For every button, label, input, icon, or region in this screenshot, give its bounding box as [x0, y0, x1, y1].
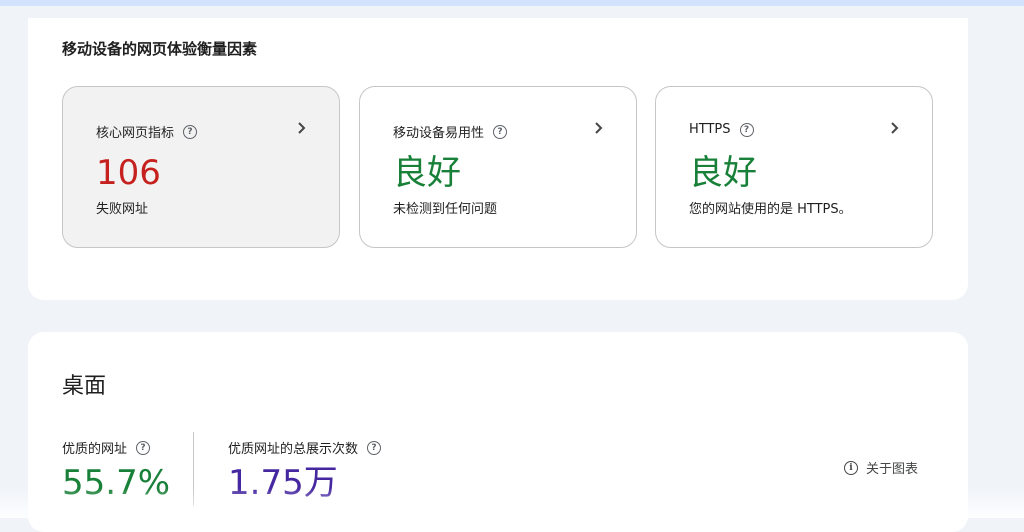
card-sublabel: 您的网站使用的是 HTTPS。 [689, 202, 852, 217]
desktop-title: 桌面 [62, 374, 107, 399]
chevron-right-icon [298, 122, 306, 134]
good-urls-metric: 优质的网址 ? 55.7% [62, 438, 170, 503]
help-icon[interactable]: ? [739, 122, 754, 137]
chevron-right-icon [891, 122, 899, 134]
good-impressions-metric: 优质网址的总展示次数 ? 1.75万 [228, 438, 382, 503]
help-icon[interactable]: ? [136, 440, 151, 455]
metric-divider [193, 432, 194, 506]
top-strip [0, 0, 1024, 6]
metric-label: 优质的网址 [62, 442, 128, 457]
card-label: 移动设备易用性 [393, 126, 485, 141]
https-card[interactable]: HTTPS ? 良好 您的网站使用的是 HTTPS。 [655, 86, 933, 248]
card-sublabel: 未检测到任何问题 [393, 202, 498, 217]
fail-count: 106 [96, 153, 161, 193]
desktop-panel: 桌面 优质的网址 ? 55.7% 优质网址的总展示次数 ? 1.75万 i 关于… [28, 332, 968, 532]
status-value: 良好 [393, 153, 461, 193]
core-web-vitals-card[interactable]: 核心网页指标 ? 106 失败网址 [62, 86, 340, 248]
mobile-usability-card[interactable]: 移动设备易用性 ? 良好 未检测到任何问题 [359, 86, 637, 248]
help-icon[interactable]: ? [493, 124, 508, 139]
good-impressions-value: 1.75万 [228, 463, 338, 503]
info-icon: i [844, 460, 858, 475]
help-icon[interactable]: ? [183, 124, 198, 139]
card-label: HTTPS [689, 122, 731, 137]
metric-label: 优质网址的总展示次数 [228, 442, 359, 457]
card-label: 核心网页指标 [96, 126, 175, 141]
about-chart-link[interactable]: i 关于图表 [844, 458, 918, 477]
chevron-right-icon [595, 122, 603, 134]
good-urls-value: 55.7% [62, 463, 171, 503]
status-value: 良好 [689, 153, 757, 193]
about-chart-label: 关于图表 [866, 462, 919, 477]
help-icon[interactable]: ? [367, 440, 382, 455]
mobile-experience-panel: 移动设备的网页体验衡量因素 核心网页指标 ? 106 失败网址 移动设备易用性 … [28, 18, 968, 300]
section-title: 移动设备的网页体验衡量因素 [62, 40, 258, 58]
card-sublabel: 失败网址 [96, 202, 149, 217]
